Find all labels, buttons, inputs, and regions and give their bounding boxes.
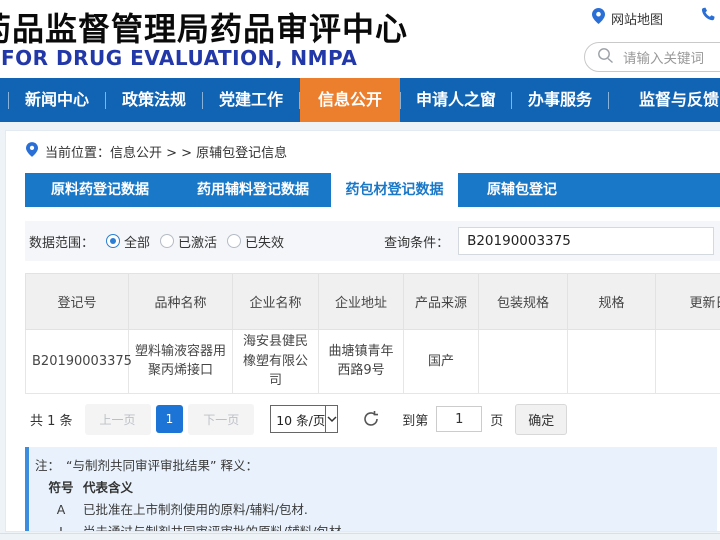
cell-update-date — [656, 330, 720, 394]
col-header-company-name: 企业名称 — [233, 274, 319, 330]
radio-all-label: 全部 — [124, 232, 150, 251]
goto-page-input[interactable] — [436, 406, 482, 432]
table-row: B20190003375 塑料输液容器用聚丙烯接口 海安县健民橡塑有限公司 曲塘… — [26, 330, 720, 394]
note-meaning-a: 已批准在上市制剂使用的原料/辅料/包材. — [83, 499, 308, 520]
content-card: 当前位置：信息公开 > > 原辅包登记信息 原料药登记数据 药用辅料登记数据 药… — [5, 130, 720, 532]
main-nav: 新闻中心 政策法规 党建工作 信息公开 申请人之窗 办事服务 监督与反馈 — [0, 78, 720, 122]
nav-item-info-disclosure[interactable]: 信息公开 — [300, 78, 400, 122]
nav-item-news[interactable]: 新闻中心 — [9, 78, 105, 122]
tab-raw-excipient-packaging[interactable]: 原辅包登记 — [458, 173, 586, 207]
note-symbol-i: I — [44, 521, 78, 533]
nav-item-party[interactable]: 党建工作 — [203, 78, 299, 122]
breadcrumb-text: 当前位置：信息公开 > > 原辅包登记信息 — [45, 142, 287, 161]
table-header-row: 登记号 品种名称 企业名称 企业地址 产品来源 包装规格 规格 更新日期 — [26, 274, 720, 330]
cell-spec — [568, 330, 656, 394]
radio-activated-label: 已激活 — [178, 232, 217, 251]
next-page-button[interactable]: 下一页 — [188, 404, 254, 435]
chevron-down-icon — [325, 406, 337, 432]
site-title-en: FOR DRUG EVALUATION, NMPA — [1, 46, 357, 70]
confirm-button[interactable]: 确定 — [515, 404, 567, 435]
goto-page-label: 到第 — [402, 410, 428, 429]
cell-company-name: 海安县健民橡塑有限公司 — [233, 330, 319, 394]
site-header: 药品监督管理局药品审评中心 FOR DRUG EVALUATION, NMPA … — [0, 0, 720, 78]
query-label: 查询条件： — [384, 232, 449, 251]
col-header-company-address: 企业地址 — [319, 274, 404, 330]
col-header-product-origin: 产品来源 — [404, 274, 479, 330]
tab-excipient-data[interactable]: 药用辅料登记数据 — [175, 173, 331, 207]
refresh-icon[interactable] — [362, 410, 380, 428]
radio-activated-icon[interactable] — [160, 234, 174, 248]
radio-all-icon[interactable] — [106, 234, 120, 248]
cell-product-origin: 国产 — [404, 330, 479, 394]
col-header-registration-no: 登记号 — [26, 274, 129, 330]
cell-packaging-spec — [479, 330, 568, 394]
note-symbol-header: 符号 — [44, 477, 78, 498]
scope-label: 数据范围： — [29, 232, 94, 251]
col-header-packaging-spec: 包装规格 — [479, 274, 568, 330]
search-icon — [597, 47, 614, 68]
note-meaning-header: 代表含义 — [83, 477, 133, 498]
nav-item-services[interactable]: 办事服务 — [512, 78, 608, 122]
note-title: “与制剂共同审评审批结果” 释义： — [66, 455, 258, 476]
note-symbol-a: A — [44, 499, 78, 520]
radio-option-all[interactable]: 全部 — [106, 232, 150, 251]
nav-item-policy[interactable]: 政策法规 — [106, 78, 202, 122]
page-size-select[interactable]: 10 条/页 — [270, 405, 338, 433]
col-header-update-date: 更新日期 — [656, 274, 720, 330]
total-count: 共 1 条 — [30, 410, 73, 429]
search-placeholder: 请输入关键词 — [623, 47, 704, 67]
footer-strip — [0, 533, 720, 540]
tab-packaging-material-data[interactable]: 药包材登记数据 — [331, 173, 458, 207]
breadcrumb: 当前位置：信息公开 > > 原辅包登记信息 — [6, 131, 720, 161]
results-table: 登记号 品种名称 企业名称 企业地址 产品来源 包装规格 规格 更新日期 B20… — [25, 273, 720, 394]
col-header-spec: 规格 — [568, 274, 656, 330]
tab-raw-material-data[interactable]: 原料药登记数据 — [25, 173, 175, 207]
cell-registration-no: B20190003375 — [26, 330, 129, 394]
pagination-bar: 共 1 条 上一页 1 下一页 10 条/页 到第 页 确定 — [30, 404, 720, 435]
radio-expired-label: 已失效 — [245, 232, 284, 251]
page-1-button[interactable]: 1 — [156, 405, 184, 433]
site-search[interactable]: 请输入关键词 — [584, 42, 720, 72]
nav-item-applicant[interactable]: 申请人之窗 — [401, 78, 511, 122]
phone-icon — [700, 8, 716, 27]
location-pin-icon — [26, 142, 38, 161]
note-meaning-i: 尚未通过与制剂共同审评审批的原料/辅料/包材. — [83, 521, 345, 533]
filter-bar: 数据范围： 全部 已激活 已失效 查询条件： — [25, 221, 720, 261]
data-tabs: 原料药登记数据 药用辅料登记数据 药包材登记数据 原辅包登记 — [25, 173, 720, 207]
location-pin-icon — [592, 8, 605, 28]
scope-radio-group: 全部 已激活 已失效 — [96, 232, 284, 251]
contact-phone-link[interactable] — [700, 7, 716, 27]
prev-page-button[interactable]: 上一页 — [85, 404, 151, 435]
col-header-product-name: 品种名称 — [129, 274, 233, 330]
sitemap-label: 网站地图 — [611, 9, 663, 28]
cell-product-name: 塑料输液容器用聚丙烯接口 — [129, 330, 233, 394]
page-size-value: 10 条/页 — [271, 410, 325, 429]
query-input[interactable] — [458, 227, 714, 255]
page-unit-label: 页 — [490, 410, 503, 429]
sitemap-link[interactable]: 网站地图 — [592, 8, 663, 28]
note-label: 注： — [35, 455, 60, 476]
radio-option-expired[interactable]: 已失效 — [227, 232, 284, 251]
note-row-a: A 已批准在上市制剂使用的原料/辅料/包材. — [35, 499, 707, 520]
radio-expired-icon[interactable] — [227, 234, 241, 248]
note-box: 注： “与制剂共同审评审批结果” 释义： 符号 代表含义 A 已批准在上市制剂使… — [25, 447, 717, 533]
radio-option-activated[interactable]: 已激活 — [160, 232, 217, 251]
note-row-i: I 尚未通过与制剂共同审评审批的原料/辅料/包材. — [35, 521, 707, 533]
nav-item-supervision[interactable]: 监督与反馈 — [609, 78, 720, 122]
site-title-cn: 药品监督管理局药品审评中心 — [0, 4, 408, 50]
cell-company-address: 曲塘镇青年西路9号 — [319, 330, 404, 394]
